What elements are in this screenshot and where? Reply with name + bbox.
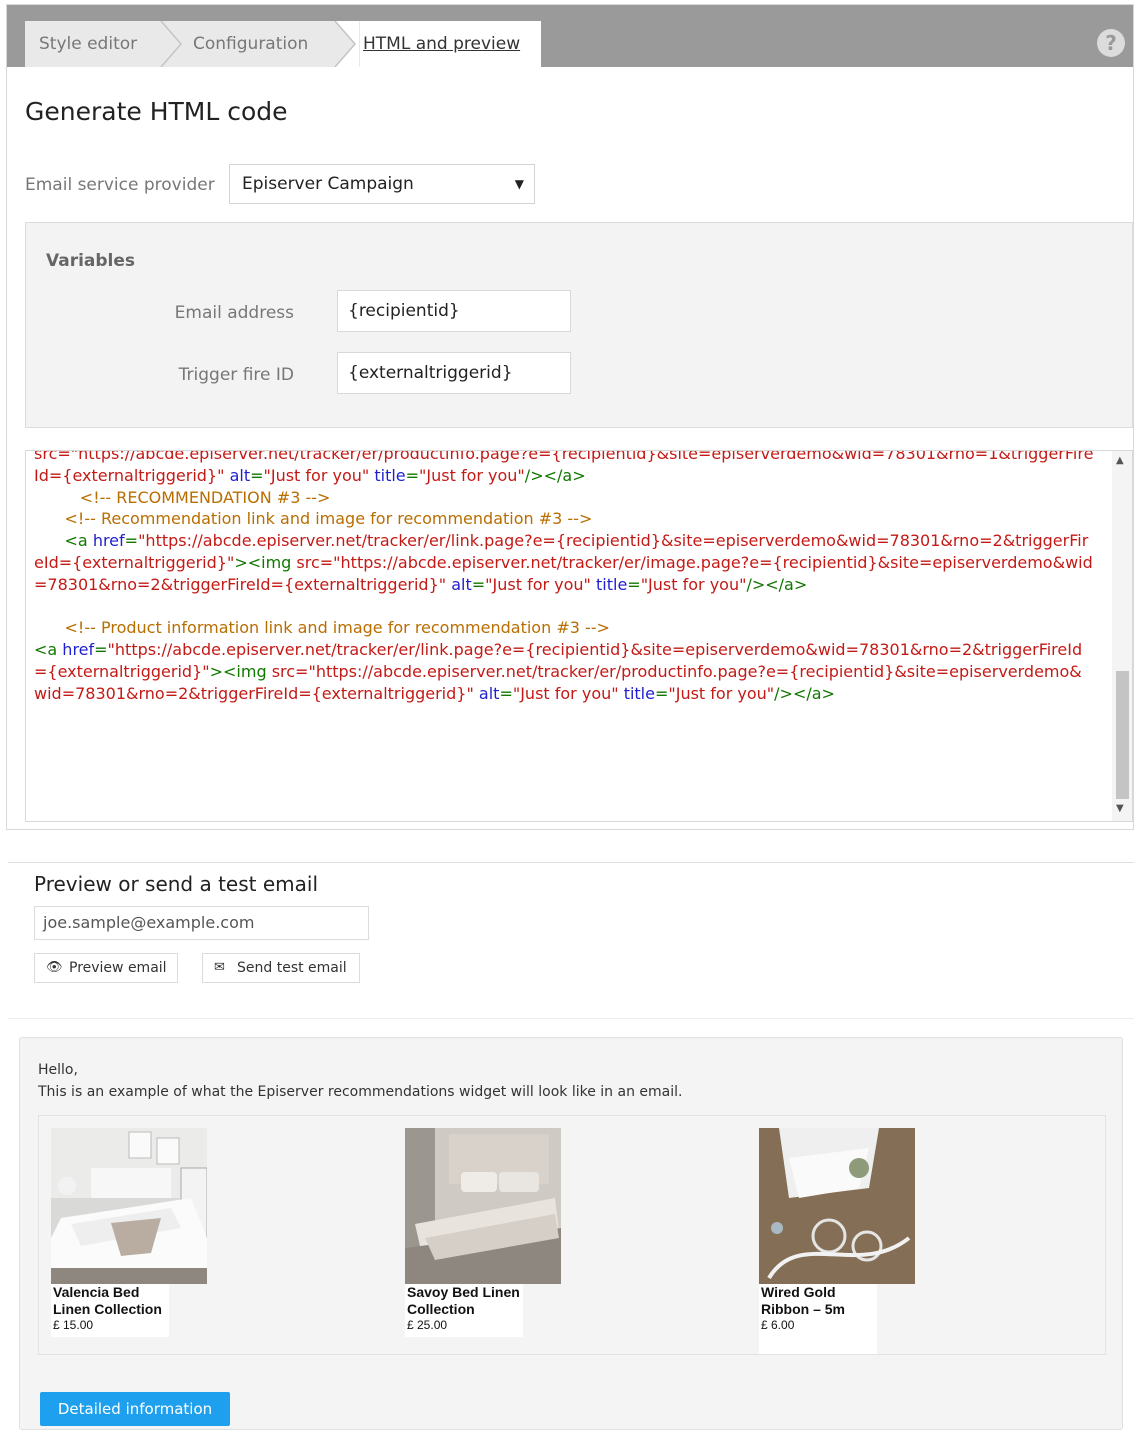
email-greeting: Hello, bbox=[38, 1062, 78, 1078]
code-line: <!-- Recommendation link and image for r… bbox=[34, 508, 1094, 530]
detailed-information-button[interactable]: Detailed information bbox=[40, 1392, 230, 1426]
tab-html-and-preview[interactable]: HTML and preview bbox=[363, 21, 520, 67]
code-line bbox=[34, 596, 1094, 618]
code-token: "Just for you" bbox=[512, 683, 624, 703]
email-address-field[interactable]: {recipientid} bbox=[337, 290, 571, 332]
preview-title: Preview or send a test email bbox=[34, 872, 319, 896]
product-image-bed-linen-white[interactable] bbox=[51, 1128, 207, 1284]
code-token: /></a> bbox=[774, 683, 835, 703]
esp-label: Email service provider bbox=[25, 175, 215, 195]
chevron-right-icon bbox=[334, 21, 359, 67]
tab-bar: Style editor Configuration HTML and prev… bbox=[7, 5, 1133, 67]
send-test-email-button[interactable]: ✉ Send test email bbox=[202, 953, 360, 983]
product-card[interactable]: Valencia Bed Linen Collection £ 15.00 bbox=[51, 1128, 207, 1337]
product-price: £ 25.00 bbox=[407, 1318, 448, 1332]
code-token: alt bbox=[478, 683, 500, 703]
code-token: href bbox=[92, 531, 125, 551]
product-price: £ 15.00 bbox=[53, 1318, 94, 1332]
code-line: <!-- Product information link and image … bbox=[34, 617, 1094, 639]
tab-configuration[interactable]: Configuration bbox=[193, 21, 308, 67]
code-token: = bbox=[250, 465, 264, 485]
code-token: title bbox=[596, 574, 628, 594]
email-preview: Hello, This is an example of what the Ep… bbox=[19, 1037, 1123, 1430]
breadcrumb: Style editor Configuration HTML and prev… bbox=[25, 21, 541, 67]
html-code-editor[interactable]: src="https://abcde.episerver.net/tracker… bbox=[25, 450, 1133, 822]
email-address-label: Email address bbox=[174, 303, 294, 323]
code-line: src="https://abcde.episerver.net/tracker… bbox=[34, 451, 1094, 487]
product-image-bed-linen-beige[interactable] bbox=[405, 1128, 561, 1284]
code-token: /></a> bbox=[524, 465, 586, 485]
section-divider bbox=[8, 862, 1134, 863]
trigger-fire-id-field[interactable]: {externaltriggerid} bbox=[337, 352, 571, 394]
trigger-fire-id-label: Trigger fire ID bbox=[178, 365, 294, 385]
code-token: <!-- Recommendation link and image for r… bbox=[34, 509, 593, 529]
product-name[interactable]: Savoy Bed Linen Collection bbox=[407, 1284, 521, 1317]
code-token: = bbox=[405, 465, 420, 485]
product-name[interactable]: Wired Gold Ribbon – 5m bbox=[761, 1284, 875, 1317]
product-card[interactable]: Wired Gold Ribbon – 5m £ 6.00 bbox=[759, 1128, 915, 1354]
code-token: = bbox=[471, 574, 486, 594]
code-token: href bbox=[62, 640, 95, 660]
email-intro: This is an example of what the Episerver… bbox=[38, 1084, 683, 1100]
help-icon[interactable]: ? bbox=[1097, 29, 1125, 57]
chevron-right-icon bbox=[160, 21, 182, 67]
html-preview-panel: Style editor Configuration HTML and prev… bbox=[6, 4, 1134, 830]
tab-style-editor[interactable]: Style editor bbox=[39, 21, 137, 67]
code-token: title bbox=[374, 465, 406, 485]
envelope-icon: ✉ bbox=[214, 960, 225, 975]
code-token: alt bbox=[229, 465, 251, 485]
product-price: £ 6.00 bbox=[761, 1318, 795, 1332]
send-test-email-label: Send test email bbox=[237, 960, 347, 976]
code-token: <a bbox=[34, 640, 63, 660]
scroll-up-icon[interactable]: ▲ bbox=[1116, 455, 1124, 466]
eye-icon: 👁 bbox=[46, 960, 63, 975]
recommendations-widget: Valencia Bed Linen Collection £ 15.00 Sa… bbox=[38, 1115, 1106, 1355]
section-divider bbox=[8, 1018, 1134, 1019]
code-token: ><img bbox=[234, 552, 297, 572]
code-token: <!-- RECOMMENDATION #3 --> bbox=[34, 487, 331, 507]
code-token: <!-- Product information link and image … bbox=[34, 618, 610, 638]
esp-select[interactable]: Episerver Campaign ▼ bbox=[229, 164, 535, 204]
code-token: /></a> bbox=[746, 574, 808, 594]
page-title: Generate HTML code bbox=[25, 97, 288, 126]
code-token: <a bbox=[34, 531, 93, 551]
code-text[interactable]: src="https://abcde.episerver.net/tracker… bbox=[34, 451, 1094, 705]
product-image-ribbon-gift[interactable] bbox=[759, 1128, 915, 1284]
code-line: <!-- RECOMMENDATION #3 --> bbox=[34, 487, 1094, 509]
code-token: title bbox=[623, 683, 655, 703]
product-card[interactable]: Savoy Bed Linen Collection £ 25.00 bbox=[405, 1128, 561, 1337]
variables-title: Variables bbox=[46, 251, 136, 271]
code-token: ><img bbox=[209, 661, 272, 681]
esp-select-value: Episerver Campaign bbox=[242, 174, 414, 194]
code-token: "Just for you" bbox=[640, 574, 747, 594]
code-token: "Just for you" bbox=[668, 683, 775, 703]
code-token: = bbox=[627, 574, 641, 594]
code-line: <a href="https://abcde.episerver.net/tra… bbox=[34, 530, 1094, 595]
code-token: "Just for you" bbox=[263, 465, 375, 485]
scroll-thumb[interactable] bbox=[1116, 671, 1129, 799]
preview-email-label: Preview email bbox=[69, 960, 167, 976]
code-token: = bbox=[499, 683, 513, 703]
code-scrollbar[interactable]: ▲ ▼ bbox=[1112, 451, 1132, 821]
code-line: <a href="https://abcde.episerver.net/tra… bbox=[34, 639, 1094, 704]
test-email-input[interactable]: joe.sample@example.com bbox=[34, 906, 369, 940]
code-token: alt bbox=[451, 574, 472, 594]
variables-box: Variables Email address {recipientid} Tr… bbox=[25, 222, 1133, 428]
code-token: = bbox=[94, 640, 108, 660]
scroll-down-icon[interactable]: ▼ bbox=[1116, 803, 1124, 814]
product-name[interactable]: Valencia Bed Linen Collection bbox=[53, 1284, 167, 1317]
code-token: = bbox=[124, 531, 139, 551]
code-token: = bbox=[654, 683, 669, 703]
code-token: "Just for you" bbox=[419, 465, 525, 485]
preview-email-button[interactable]: 👁 Preview email bbox=[34, 953, 178, 983]
caret-down-icon: ▼ bbox=[514, 177, 524, 191]
code-token: "Just for you" bbox=[485, 574, 596, 594]
